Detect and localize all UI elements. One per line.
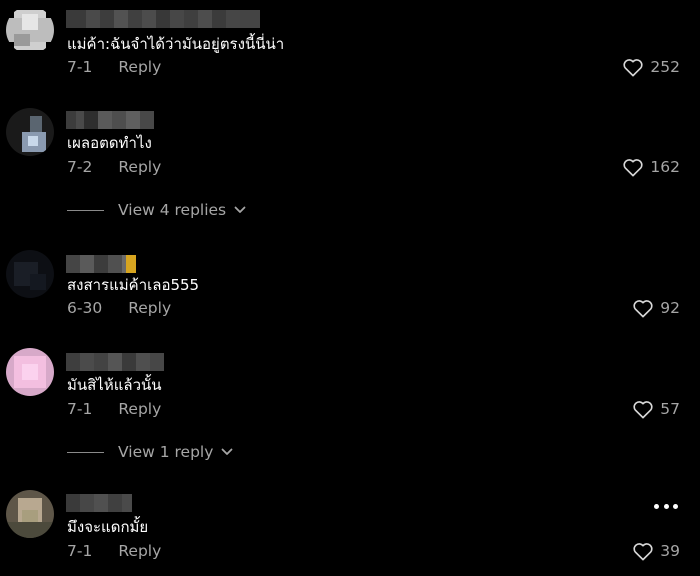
reply-button[interactable]: Reply: [118, 399, 161, 419]
like-count: 39: [660, 542, 680, 560]
more-dots-icon: [654, 503, 659, 509]
like-button[interactable]: 162: [622, 157, 680, 177]
comment-meta: 6-30 Reply: [67, 298, 171, 318]
comment-date: 6-30: [67, 299, 103, 317]
heart-outline-icon: [633, 401, 653, 419]
comment-meta: 7-1 Reply: [67, 541, 161, 561]
reply-button[interactable]: Reply: [118, 157, 161, 177]
like-count: 57: [660, 400, 680, 418]
chevron-down-icon: [234, 206, 246, 213]
avatar[interactable]: [6, 6, 54, 54]
username-blurred[interactable]: [66, 255, 136, 273]
comment-meta: 7-2 Reply: [67, 157, 161, 177]
reply-button[interactable]: Reply: [118, 57, 161, 77]
like-button[interactable]: 92: [632, 298, 680, 318]
like-count: 252: [650, 58, 680, 76]
comment-date: 7-1: [67, 400, 93, 418]
like-count: 162: [650, 158, 680, 176]
like-button[interactable]: 252: [622, 57, 680, 77]
username-blurred[interactable]: [66, 353, 164, 371]
comment-text: แม่ค้า:ฉันจำได้ว่ามันอยู่ตรงนี้นี่น่า: [67, 35, 285, 53]
like-button[interactable]: 57: [632, 399, 680, 419]
more-dot: [673, 503, 678, 509]
heart-outline-icon: [623, 59, 644, 77]
view-replies-button[interactable]: View 4 replies: [67, 201, 246, 219]
comment-date: 7-1: [67, 542, 93, 560]
view-replies-label: View 4 replies: [118, 201, 227, 219]
username-blurred[interactable]: [66, 111, 154, 129]
like-count: 92: [660, 299, 680, 317]
comment-text: สงสารแม่ค้าเลอ555: [67, 276, 200, 294]
view-replies-label: View 1 reply: [118, 443, 214, 461]
comment-text: มันสิไห้แล้วนั้น: [67, 376, 162, 394]
avatar[interactable]: [6, 490, 54, 538]
heart-outline-icon: [633, 300, 653, 318]
reply-button[interactable]: Reply: [128, 298, 171, 318]
comment-meta: 7-1 Reply: [67, 57, 161, 77]
comment-text: มึงจะแดกมั้ย: [67, 518, 149, 536]
avatar[interactable]: [6, 250, 54, 298]
avatar[interactable]: [6, 108, 54, 156]
more-options-button[interactable]: [654, 496, 678, 516]
view-replies-button[interactable]: View 1 reply: [67, 443, 233, 461]
comment-date: 7-2: [67, 158, 93, 176]
divider-line: [67, 209, 104, 211]
heart-outline-icon: [633, 543, 653, 561]
chevron-down-icon: [221, 448, 233, 455]
divider-line: [67, 451, 104, 453]
like-button[interactable]: 39: [632, 541, 680, 561]
avatar[interactable]: [6, 348, 54, 396]
more-dot: [663, 503, 669, 509]
comment-date: 7-1: [67, 58, 93, 76]
username-blurred[interactable]: [66, 494, 132, 512]
comment-meta: 7-1 Reply: [67, 399, 161, 419]
heart-outline-icon: [623, 159, 644, 177]
reply-button[interactable]: Reply: [118, 541, 161, 561]
username-blurred[interactable]: [66, 10, 260, 28]
comment-text: เผลอตดทำไง: [67, 134, 152, 152]
